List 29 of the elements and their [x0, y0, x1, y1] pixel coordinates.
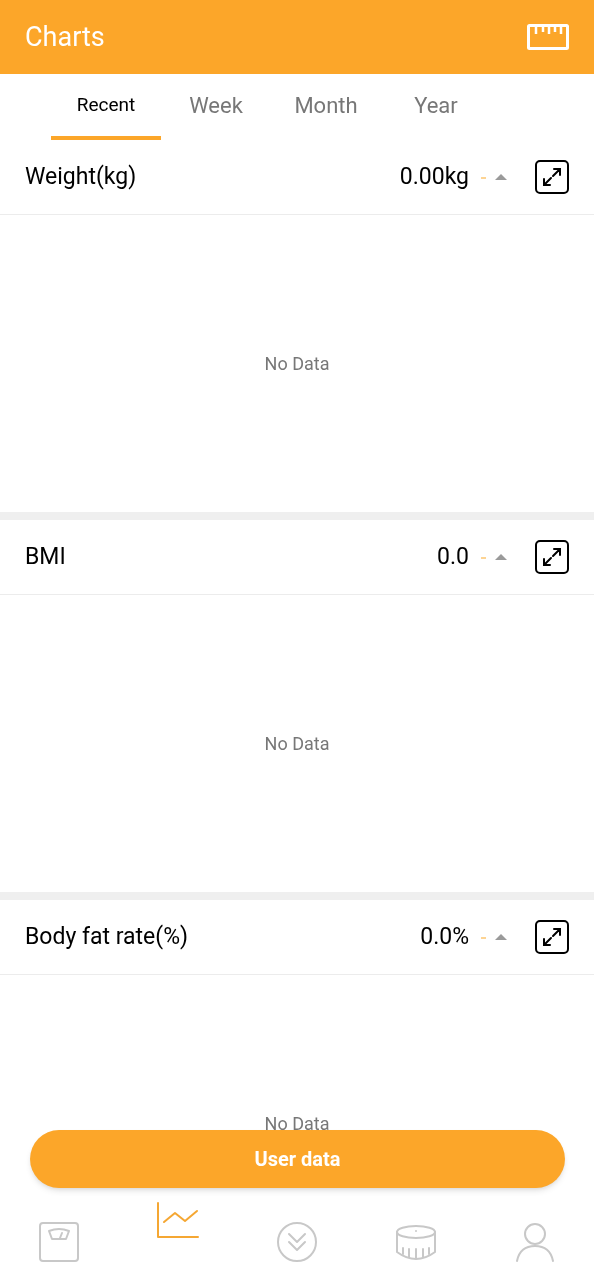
expand-icon	[540, 545, 564, 569]
line-chart-icon	[157, 1202, 200, 1238]
chart-title: BMI	[25, 541, 67, 572]
ruler-button[interactable]	[527, 24, 569, 50]
person-icon	[514, 1222, 555, 1262]
expand-icon	[540, 165, 564, 189]
double-chevron-down-icon	[277, 1222, 317, 1262]
expand-icon	[540, 925, 564, 949]
period-tab[interactable]: Year	[381, 74, 491, 140]
tape-measure-icon	[394, 1224, 437, 1262]
trend-icon	[481, 552, 507, 562]
no-data-text: No Data	[264, 732, 330, 756]
no-data-text: No Data	[264, 352, 330, 376]
app-bar-title: Charts	[25, 19, 105, 55]
ruler-icon	[527, 24, 569, 50]
scale-icon	[39, 1222, 80, 1262]
period-tab[interactable]: Month	[271, 74, 381, 140]
chart-title: Weight(kg)	[25, 161, 138, 192]
expand-button[interactable]	[535, 540, 569, 574]
trend-icon	[481, 932, 507, 942]
chart-value: 0.00kg	[399, 161, 469, 192]
chart-value: 0.0	[437, 541, 469, 572]
expand-button[interactable]	[535, 920, 569, 954]
period-tab[interactable]: Week	[161, 74, 271, 140]
period-tab[interactable]: Recent	[51, 74, 161, 140]
chart-value: 0.0%	[420, 921, 469, 952]
trend-icon	[481, 172, 507, 182]
chart-title: Body fat rate(%)	[25, 921, 190, 952]
expand-button[interactable]	[535, 160, 569, 194]
